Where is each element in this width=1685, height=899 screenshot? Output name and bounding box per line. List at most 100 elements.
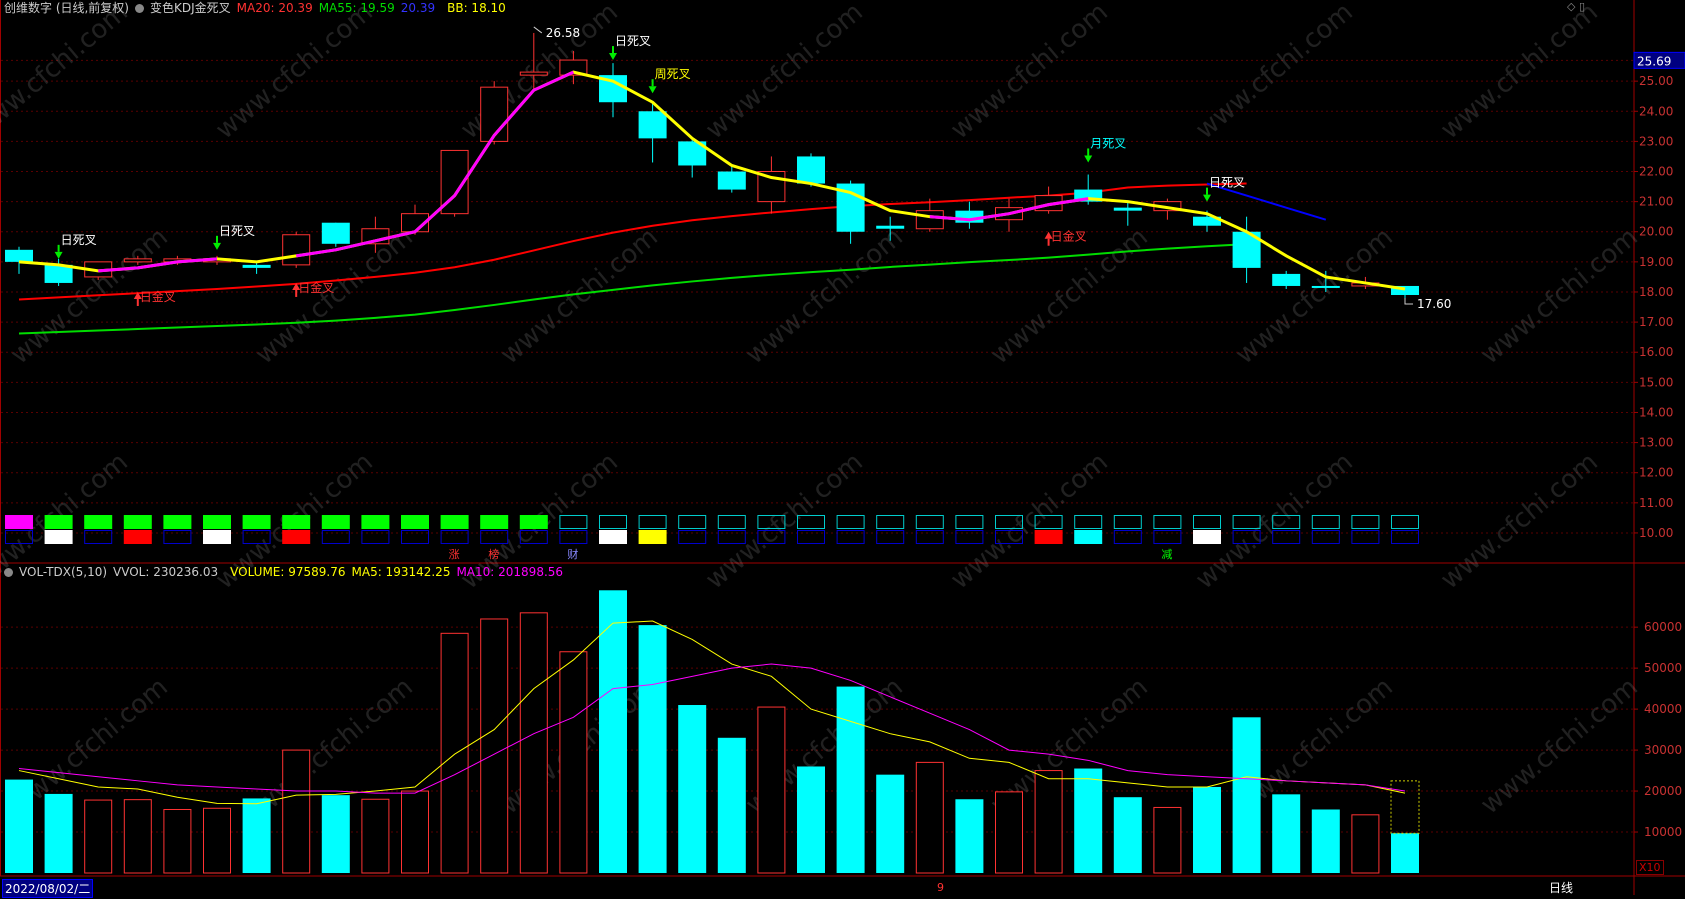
y-tick-label: 14.00 — [1639, 405, 1673, 419]
volume-bar — [1113, 797, 1142, 873]
candle-body — [915, 210, 944, 230]
signal-box-green — [440, 515, 469, 529]
signal-box-empty — [440, 530, 469, 544]
indicator-name[interactable]: 变色KDJ金死叉 — [150, 1, 231, 15]
volume-bar — [519, 612, 548, 874]
y-tick-label: 20.00 — [1639, 225, 1673, 239]
signal-box-green — [282, 515, 311, 529]
signal-box-empty — [1351, 530, 1380, 544]
vol-indicator-name[interactable]: VOL-TDX(5,10) — [19, 565, 107, 579]
volume-bar — [717, 737, 746, 873]
volume-bar — [123, 799, 152, 874]
stock-title: 创维数字 (日线,前复权) — [4, 1, 129, 15]
volume-bar — [1391, 833, 1419, 873]
volume-bar — [282, 749, 311, 874]
signal-box-red — [123, 530, 152, 544]
y-tick-label: 18.00 — [1639, 285, 1673, 299]
y-tick-label: 20000 — [1644, 784, 1682, 798]
down-arrow-icon — [54, 251, 63, 259]
period-label[interactable]: 日线 — [1549, 879, 1573, 896]
y-tick-label: 11.00 — [1639, 496, 1673, 510]
volume-bar — [955, 799, 984, 873]
signal-box-green — [361, 515, 390, 529]
y-tick-label: 13.00 — [1639, 436, 1673, 450]
candle — [5, 246, 33, 274]
candle — [599, 63, 627, 118]
diamond-icon[interactable]: ◇ — [1567, 0, 1575, 13]
signal-label: 日死叉 — [615, 34, 651, 48]
signal-box-green — [401, 515, 429, 529]
signal-label: 日金叉 — [1051, 229, 1087, 244]
y-tick-label: 12.00 — [1639, 466, 1673, 480]
signal-box-green — [321, 515, 350, 529]
signal-box-empty — [638, 515, 667, 529]
candle-body — [1311, 285, 1340, 288]
x10-label: X10 — [1636, 860, 1664, 875]
signal-label: 周死叉 — [655, 67, 691, 81]
vvol-value: VVOL: 230236.03 — [113, 565, 219, 579]
volume-bar — [559, 651, 588, 874]
signal-box-yellow — [638, 530, 667, 544]
main-chart-header: 创维数字 (日线,前复权) 变色KDJ金死叉 MA20: 20.39 MA55: 19… — [4, 0, 512, 16]
volume-bar — [203, 807, 231, 874]
signal-box-white — [1193, 530, 1221, 544]
signal-box-empty — [915, 530, 944, 544]
signal-box-empty — [1351, 515, 1380, 529]
signal-box-empty — [1391, 530, 1419, 544]
y-tick-label: 15.00 — [1639, 375, 1673, 389]
volume-bar — [242, 798, 271, 873]
volume-bar — [1074, 768, 1103, 873]
watermark-text: www.cfchi.com — [495, 222, 664, 370]
candle — [757, 156, 786, 214]
signal-marker: 日金叉 — [1044, 229, 1087, 246]
event-marker: 减 — [1161, 548, 1172, 561]
ma55-value: MA55: 19.59 — [318, 1, 395, 15]
y-tick-label: 19.00 — [1639, 255, 1673, 269]
candle-body — [717, 171, 746, 190]
panel-toggle-icon[interactable]: ▯ — [1579, 0, 1585, 13]
signal-box-green — [242, 515, 271, 529]
watermark-text: www.cfchi.com — [985, 222, 1154, 370]
volume-bar — [1153, 806, 1182, 874]
candle-body — [5, 249, 33, 262]
y-tick-label: 50000 — [1644, 661, 1682, 675]
signal-label: 日金叉 — [298, 280, 334, 295]
candle-body — [519, 71, 548, 76]
volume-toggle-icon[interactable] — [4, 568, 13, 577]
current-price-label: 25.69 — [1637, 54, 1671, 68]
signal-box-empty — [1153, 515, 1182, 529]
signal-box-white — [599, 530, 627, 544]
volume-bar — [480, 618, 509, 874]
signal-box-empty — [1074, 515, 1103, 529]
volume-bar — [1311, 809, 1340, 873]
indicator-toggle-icon[interactable] — [135, 4, 144, 13]
signal-marker: 日死叉 — [213, 224, 255, 250]
high-price-label: 26.58 — [546, 26, 580, 40]
signal-box-green — [203, 515, 231, 529]
signal-box-white — [44, 530, 73, 544]
low-price-label: 17.60 — [1417, 297, 1451, 311]
signal-box-empty — [955, 515, 984, 529]
volume-bar — [1193, 786, 1221, 873]
signal-marker: 日死叉 — [54, 233, 97, 259]
signal-box-empty — [955, 530, 984, 544]
bb-line — [18, 70, 1406, 291]
volume-bar — [1351, 814, 1380, 874]
watermark-text: www.cfchi.com — [0, 0, 134, 145]
watermark-text: www.cfchi.com — [700, 0, 869, 145]
volume-bar — [321, 795, 350, 873]
signal-box-empty — [915, 515, 944, 529]
watermark: www.cfchi.com www.cfchi.com www.cfchi.com w… — [0, 0, 1644, 820]
y-tick-label: 24.00 — [1639, 104, 1673, 118]
window-controls[interactable]: ◇ ▯ — [1567, 0, 1585, 13]
chart-stage[interactable]: 10.00 11.00 12.00 13.00 14.00 15.00 16.00 17.00… — [0, 0, 1685, 895]
down-arrow-icon — [648, 86, 657, 94]
volume-forecast-box — [1390, 780, 1420, 834]
signal-box-empty — [1113, 515, 1142, 529]
volume-bar — [440, 632, 469, 874]
kline-chart[interactable]: 10.00 11.00 12.00 13.00 14.00 15.00 16.00 17.00… — [0, 0, 1685, 895]
watermark-text: www.cfchi.com — [1475, 222, 1644, 370]
signal-box-empty — [1391, 515, 1419, 529]
volume-bar — [1272, 794, 1301, 873]
signal-box-empty — [717, 515, 746, 529]
